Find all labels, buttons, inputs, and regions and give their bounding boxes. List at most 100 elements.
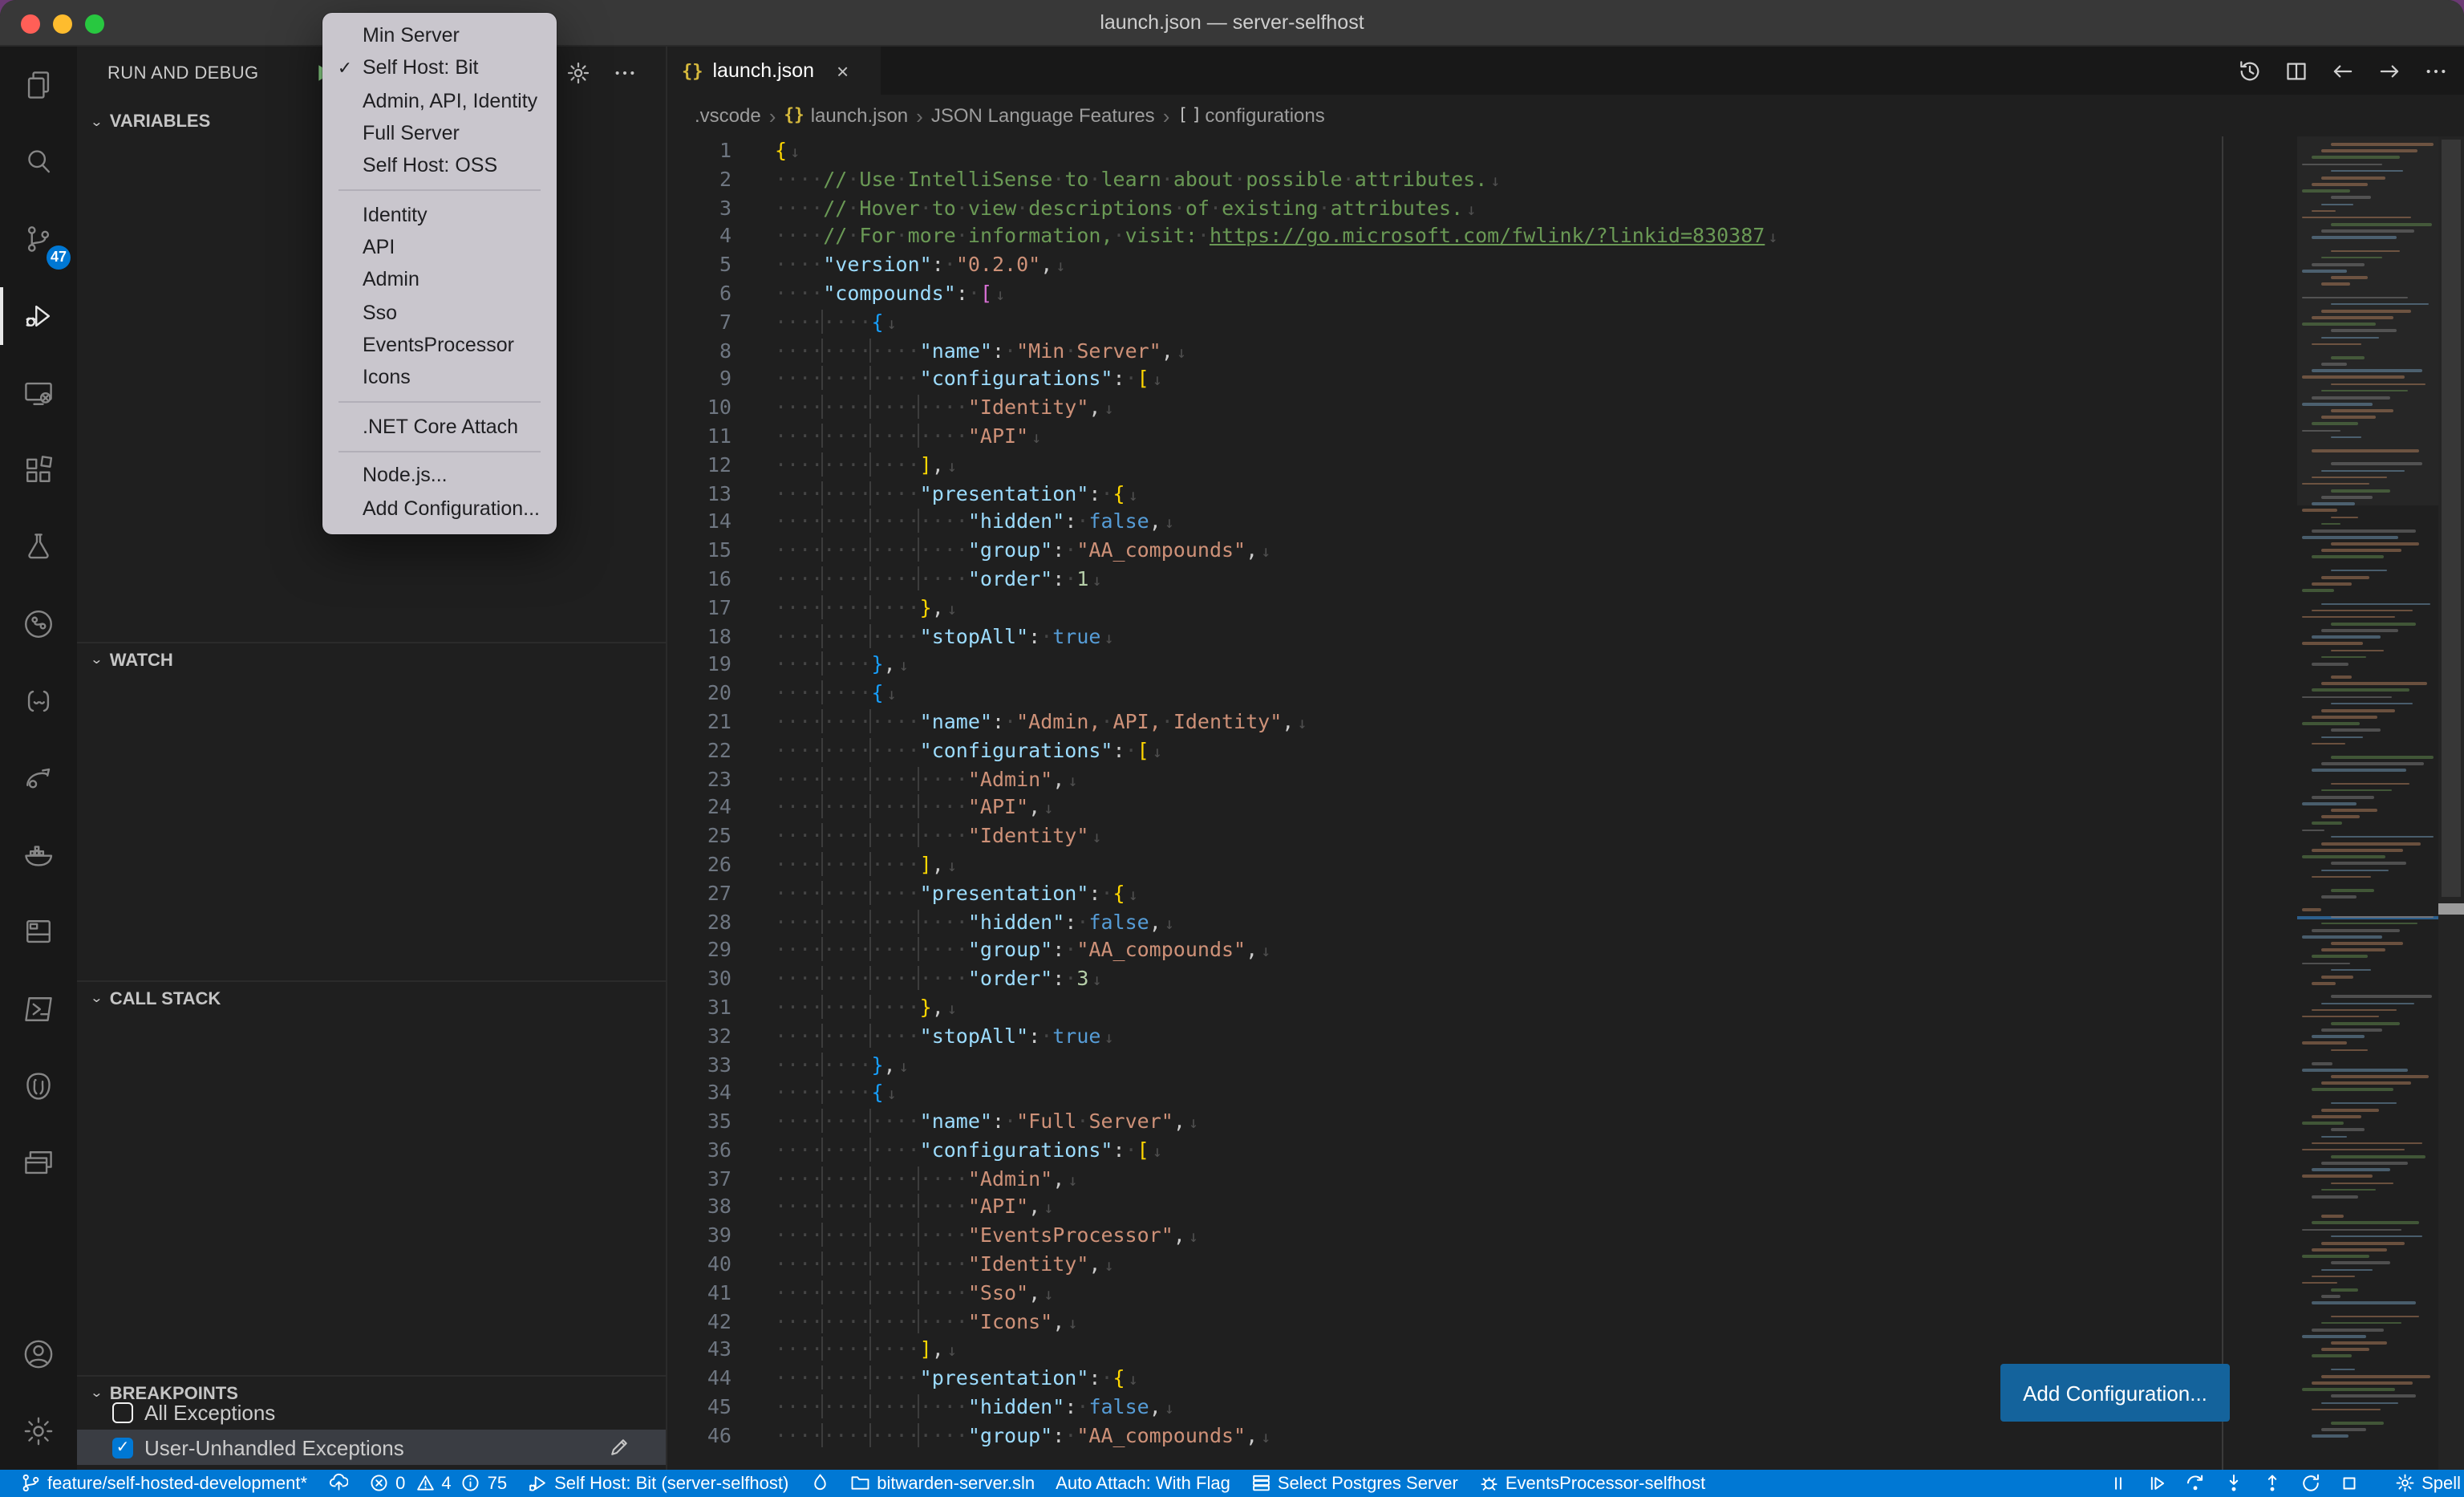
code-line[interactable]: 36············"configurations":·[↓ [667,1136,2464,1165]
step-into-icon[interactable] [2223,1473,2244,1494]
breakpoint-checkbox[interactable] [112,1402,133,1422]
menu-item-icons[interactable]: Icons [322,361,557,394]
status-item-self-host-bit-server-selfhost-[interactable]: Self Host: Bit (server-selfhost) [528,1474,788,1494]
section-header-watch[interactable]: ⌄WATCH [77,642,666,677]
menu-item-sso[interactable]: Sso [322,296,557,329]
step-over-icon[interactable] [2185,1473,2206,1494]
breadcrumb-item[interactable]: .vscode [695,104,761,127]
menu-item-node-js-[interactable]: Node.js... [322,459,557,492]
scrollbar-thumb[interactable] [2442,140,2461,897]
code-editor[interactable]: 1{↓2····//·Use·IntelliSense·to·learn·abo… [667,136,2464,1470]
code-line[interactable]: 27············"presentation":·{↓ [667,878,2464,907]
status-item-flame[interactable] [809,1474,829,1494]
code-line[interactable]: 4····//·For·more·information,·visit:·htt… [667,222,2464,251]
breadcrumb-item[interactable]: [ ]configurations [1177,104,1324,127]
code-line[interactable]: 41················"Sso",↓ [667,1279,2464,1308]
pause-icon[interactable] [2108,1473,2129,1494]
activity-bar-item-dev-container[interactable] [0,894,77,971]
code-line[interactable]: 1{↓ [667,136,2464,165]
status-item-select-postgres-server[interactable]: Select Postgres Server [1251,1474,1458,1494]
code-line[interactable]: 18············"stopAll":·true↓ [667,622,2464,651]
status-item-spell[interactable]: Spell [2395,1474,2461,1494]
menu-item-min-server[interactable]: Min Server [322,19,557,52]
code-line[interactable]: 29················"group":·"AA_compounds… [667,936,2464,965]
stop-icon[interactable] [2339,1473,2360,1494]
code-line[interactable]: 30················"order":·3↓ [667,964,2464,993]
status-item-eventsprocessor-selfhost[interactable]: EventsProcessor-selfhost [1479,1474,1705,1494]
activity-bar-item-settings[interactable] [0,1393,77,1470]
code-line[interactable]: 37················"Admin",↓ [667,1164,2464,1193]
code-line[interactable]: 42················"Icons",↓ [667,1307,2464,1336]
activity-bar-item-copilot[interactable] [0,663,77,740]
code-line[interactable]: 21············"name":·"Admin,·API,·Ident… [667,708,2464,736]
more-icon[interactable] [2424,59,2448,83]
code-line[interactable]: 7········{↓ [667,308,2464,337]
breakpoint-checkbox[interactable]: ✓ [112,1437,133,1458]
sidebar-more-actions-icon[interactable] [613,61,637,85]
breadcrumb-item[interactable]: {}launch.json [784,104,908,127]
activity-bar-item-run-and-debug[interactable] [0,278,77,355]
code-line[interactable]: 46················"group":·"AA_compounds… [667,1422,2464,1450]
activity-bar-item-remote-explorer[interactable] [0,355,77,432]
menu-item-admin[interactable]: Admin [322,264,557,297]
status-item-cloud-upload[interactable] [328,1474,348,1494]
tab-close-icon[interactable]: × [837,59,849,83]
menu-item--net-core-attach[interactable]: .NET Core Attach [322,410,557,443]
breakpoint-row[interactable]: All Exceptions [77,1394,666,1430]
code-line[interactable]: 19········},↓ [667,651,2464,680]
activity-bar-item-explorer[interactable] [0,47,77,124]
edit-breakpoint-pencil-icon[interactable] [608,1436,630,1458]
code-line[interactable]: 20········{↓ [667,679,2464,708]
breakpoint-row[interactable]: ✓User-Unhandled Exceptions [77,1430,666,1465]
code-line[interactable]: 17············},↓ [667,594,2464,623]
activity-bar-item-search[interactable] [0,124,77,201]
code-line[interactable]: 3····//·Hover·to·view·descriptions·of·ex… [667,193,2464,222]
arrow-left-icon[interactable] [2331,59,2355,83]
add-configuration-button[interactable]: Add Configuration... [2000,1364,2230,1422]
code-line[interactable]: 40················"Identity",↓ [667,1250,2464,1279]
activity-bar-item-testing[interactable] [0,509,77,586]
editor-scrollbar[interactable] [2438,136,2464,1470]
status-item-bitwarden-server-sln[interactable]: bitwarden-server.sln [850,1474,1035,1494]
menu-item-api[interactable]: API [322,231,557,264]
code-line[interactable]: 23················"Admin",↓ [667,765,2464,793]
debug-settings-gear-icon[interactable] [566,61,590,85]
activity-bar-item-extensions[interactable] [0,432,77,509]
continue-icon[interactable] [2146,1473,2167,1494]
code-line[interactable]: 16················"order":·1↓ [667,565,2464,594]
history-icon[interactable] [2238,59,2262,83]
code-line[interactable]: 14················"hidden":·false,↓ [667,508,2464,537]
tab-launch-json[interactable]: {} launch.json × [667,47,881,95]
arrow-right-icon[interactable] [2377,59,2401,83]
status-item-75[interactable]: 75 [461,1474,508,1494]
split-editor-icon[interactable] [2284,59,2308,83]
code-line[interactable]: 43············],↓ [667,1336,2464,1365]
code-line[interactable]: 34········{↓ [667,1079,2464,1108]
menu-item-add-configuration-[interactable]: Add Configuration... [322,492,557,525]
code-line[interactable]: 2····//·Use·IntelliSense·to·learn·about·… [667,165,2464,194]
code-line[interactable]: 35············"name":·"Full·Server",↓ [667,1107,2464,1136]
activity-bar-item-panels[interactable] [0,1125,77,1202]
activity-bar-item-powershell[interactable] [0,971,77,1048]
status-item-0[interactable]: 0 [369,1474,405,1494]
menu-item-eventsprocessor[interactable]: EventsProcessor [322,329,557,362]
restart-icon[interactable] [2300,1473,2321,1494]
code-line[interactable]: 15················"group":·"AA_compounds… [667,536,2464,565]
code-line[interactable]: 10················"Identity",↓ [667,393,2464,422]
activity-bar-item-source-control[interactable]: 47 [0,201,77,278]
code-line[interactable]: 11················"API"↓ [667,422,2464,451]
step-out-icon[interactable] [2262,1473,2283,1494]
breadcrumb-item[interactable]: JSON Language Features [931,104,1155,127]
code-line[interactable]: 6····"compounds":·[↓ [667,279,2464,308]
activity-bar-item-docker[interactable] [0,817,77,894]
code-line[interactable]: 28················"hidden":·false,↓ [667,907,2464,936]
menu-item-admin-api-identity[interactable]: Admin, API, Identity [322,84,557,117]
code-line[interactable]: 22············"configurations":·[↓ [667,736,2464,765]
menu-item-full-server[interactable]: Full Server [322,117,557,150]
menu-item-self-host-oss[interactable]: Self Host: OSS [322,149,557,182]
minimap[interactable] [2297,136,2438,1470]
code-line[interactable]: 31············},↓ [667,993,2464,1022]
menu-item-identity[interactable]: Identity [322,198,557,231]
section-header-call-stack[interactable]: ⌄CALL STACK [77,980,666,1016]
code-line[interactable]: 26············],↓ [667,850,2464,879]
